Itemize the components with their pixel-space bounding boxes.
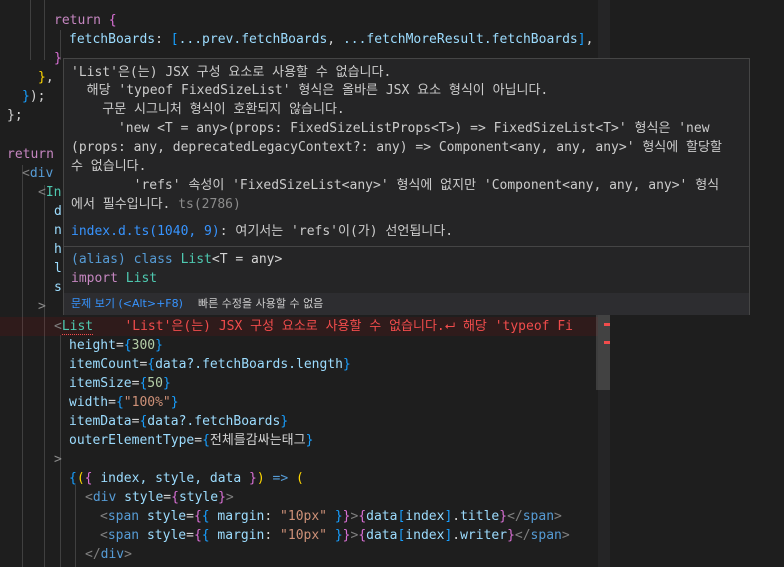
code-line: width={"100%"} (69, 395, 179, 410)
code-line: {({ index, style, data }) => ( (69, 471, 304, 486)
code-line: }); (22, 89, 46, 104)
code-line: } (54, 51, 62, 66)
hover-separator (64, 246, 749, 247)
indent-guide (75, 485, 76, 567)
code-line: itemData={data?.fetchBoards} (69, 414, 289, 429)
code-line: outerElementType={전체를감싸는태그} (69, 433, 314, 448)
inline-error-message: 'List'은(는) JSX 구성 요소로 사용할 수 없습니다.⮠ 해당 't… (124, 319, 573, 334)
type-signature: (alias) class List<T = any> (71, 252, 283, 267)
hover-message-line: 수 없습니다. (71, 159, 147, 174)
code-line: l (54, 261, 62, 276)
code-line: fetchBoards: [...prev.fetchBoards, ...fe… (69, 32, 594, 47)
error-marker (604, 341, 610, 344)
type-signature: import List (71, 271, 158, 286)
fold-marker[interactable]: > (54, 450, 62, 469)
code-line: n (54, 223, 62, 238)
error-marker (604, 323, 610, 326)
code-line: <div style={style}> (85, 490, 234, 505)
quick-fix-unavailable: 빠른 수정을 사용할 수 없음 (198, 297, 324, 310)
code-line: return (7, 147, 54, 162)
code-line: itemCount={data?.fetchBoards.length} (69, 357, 351, 372)
code-line: <div (22, 166, 54, 181)
code-line: <span style={{ margin: "10px" }}>{data[i… (100, 528, 570, 543)
code-line: <In (38, 185, 62, 200)
code-line: itemSize={50} (69, 376, 171, 391)
error-hover-widget: 'List'은(는) JSX 구성 요소로 사용할 수 없습니다. 해당 'ty… (63, 58, 750, 315)
code-line: }; (7, 108, 23, 123)
code-line: return { (54, 13, 117, 28)
hover-status-bar: 문제 보기 (<Alt>+F8) 빠른 수정을 사용할 수 없음 (64, 293, 749, 315)
hover-message-line: 에서 필수입니다. ts(2786) (71, 197, 241, 212)
hover-message-line: 해당 'typeof FixedSizeList' 형식은 올바른 JSX 요소… (71, 83, 549, 98)
code-line: s (54, 280, 62, 295)
related-info: index.d.ts(1040, 9): 여기서는 'refs'이(가) 선언됩… (71, 224, 454, 239)
ts-error-code: ts(2786) (178, 197, 241, 212)
hover-message-line: 'refs' 속성이 'FixedSizeList<any>' 형식에 없지만 … (71, 178, 720, 193)
indent-guide (44, 0, 45, 60)
code-line: d (54, 204, 62, 219)
hover-message-line: 'new <T = any>(props: FixedSizeListProps… (71, 121, 710, 136)
code-line-error: <List 'List'은(는) JSX 구성 요소로 사용할 수 없습니다.⮠… (54, 319, 573, 335)
peek-problem-link[interactable]: 문제 보기 (<Alt>+F8) (71, 296, 183, 312)
hover-message-line: 'List'은(는) JSX 구성 요소로 사용할 수 없습니다. (71, 65, 392, 80)
code-line: h (54, 242, 62, 257)
hover-message-line: 구문 시그니처 형식이 호환되지 않습니다. (71, 102, 345, 117)
fold-marker[interactable]: > (38, 297, 46, 316)
indent-guide (30, 0, 31, 60)
declaration-link[interactable]: index.d.ts(1040, 9) (71, 224, 220, 239)
code-line: height={300} (69, 338, 163, 353)
code-line: }, (38, 70, 54, 85)
indent-guide (44, 185, 45, 567)
code-line: <span style={{ margin: "10px" }}>{data[i… (100, 509, 562, 524)
indent-guide (22, 165, 23, 567)
code-line: </div> (85, 547, 132, 562)
hover-message-line: (props: any, deprecatedLegacyContext?: a… (71, 140, 722, 155)
